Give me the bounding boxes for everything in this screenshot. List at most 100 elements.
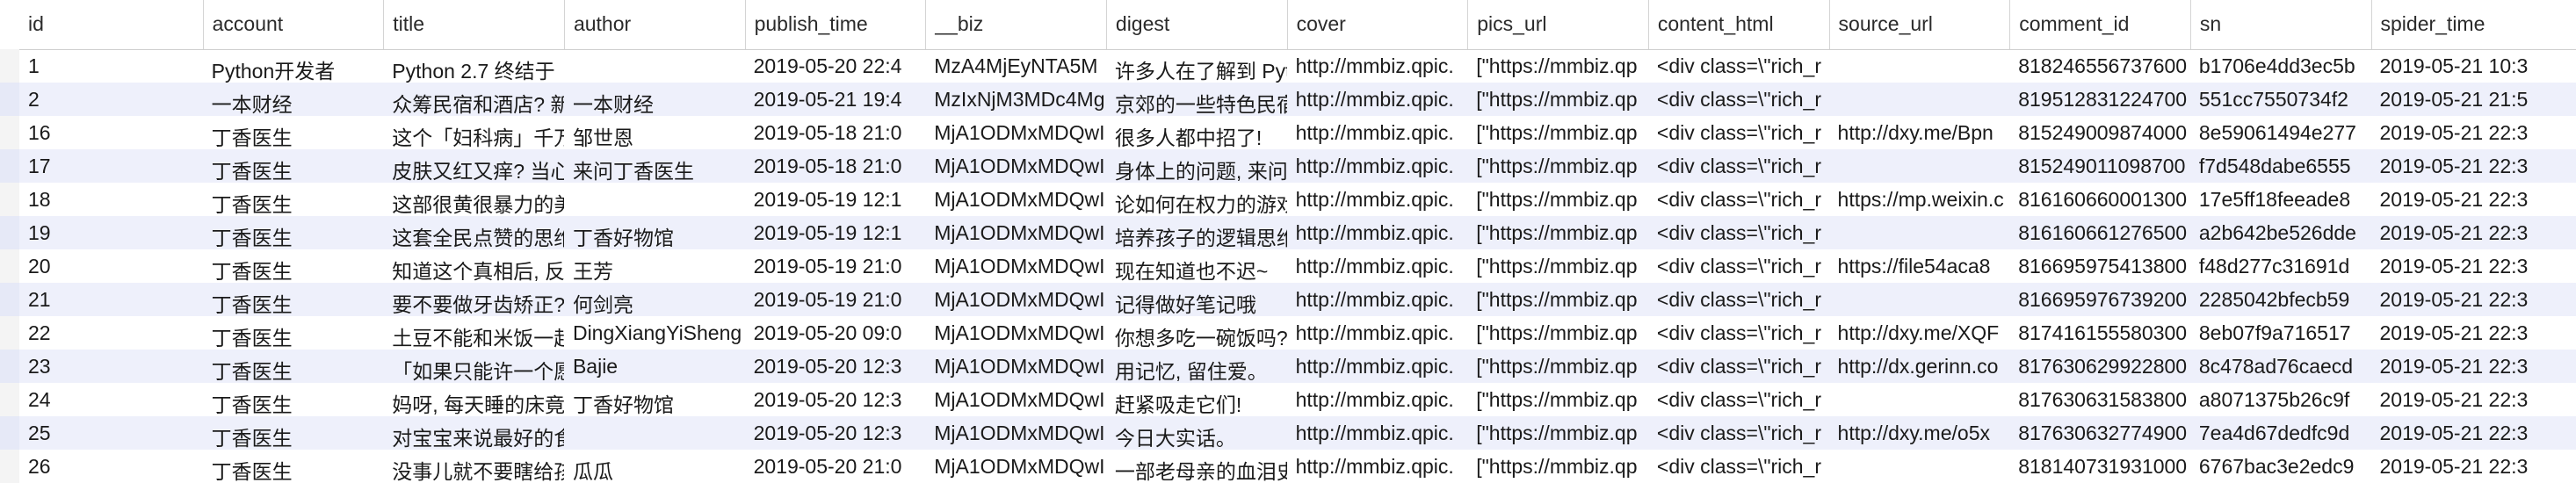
cell-account[interactable]: 丁香医生	[203, 316, 384, 350]
table-row[interactable]: 20 丁香医生 知道这个真相后, 反王芳 2019-05-19 21:0 MjA1ODM…	[19, 249, 2576, 283]
row-selector[interactable]	[0, 450, 19, 483]
cell-title[interactable]: 这套全民点赞的思维	[383, 216, 564, 249]
column-header-content-html[interactable]: content_html	[1647, 0, 1829, 49]
cell-cover[interactable]: http://mmbiz.qpic.	[1287, 316, 1468, 350]
cell-title[interactable]: 这个「妇科病」千万	[383, 116, 564, 149]
column-header-pics-url[interactable]: pics_url	[1467, 0, 1648, 49]
cell-publish-time[interactable]: 2019-05-18 21:0	[745, 149, 926, 183]
cell-pics-url[interactable]: ["https://mmbiz.qp	[1467, 316, 1648, 350]
table-row[interactable]: 2 一本财经 众筹民宿和酒店? 新一本财经 2019-05-21 19:4 MzIxNj…	[19, 83, 2576, 116]
cell-author[interactable]: 一本财经	[564, 83, 745, 116]
cell-cover[interactable]: http://mmbiz.qpic.	[1287, 149, 1468, 183]
cell-pics-url[interactable]: ["https://mmbiz.qp	[1467, 416, 1648, 450]
cell-title[interactable]: 妈呀, 每天睡的床竟	[383, 383, 564, 416]
table-row[interactable]: 24 丁香医生 妈呀, 每天睡的床竟 丁香好物馆 2019-05-20 12:3 MjA1…	[19, 383, 2576, 416]
cell-id[interactable]: 18	[19, 183, 203, 216]
cell-id[interactable]: 19	[19, 216, 203, 249]
cell-account[interactable]: 丁香医生	[203, 450, 384, 483]
row-selector[interactable]	[0, 183, 19, 216]
row-selector[interactable]	[0, 49, 19, 83]
cell-source-url[interactable]: http://dx.gerinn.co	[1829, 350, 2010, 383]
cell---biz[interactable]: MjA1ODMxMDQwI	[925, 350, 1106, 383]
cell-comment-id[interactable]: 816695976739200	[2009, 283, 2190, 316]
row-selector[interactable]	[0, 350, 19, 383]
cell-comment-id[interactable]: 817630629922800	[2009, 350, 2190, 383]
cell-publish-time[interactable]: 2019-05-20 12:3	[745, 416, 926, 450]
cell-publish-time[interactable]: 2019-05-19 21:0	[745, 283, 926, 316]
cell-author[interactable]: Bajie	[564, 350, 745, 383]
cell-cover[interactable]: http://mmbiz.qpic.	[1287, 183, 1468, 216]
cell-pics-url[interactable]: ["https://mmbiz.qp	[1467, 116, 1648, 149]
cell-content-html[interactable]: <div class=\"rich_r	[1648, 316, 1829, 350]
column-header-comment-id[interactable]: comment_id	[2009, 0, 2190, 49]
cell---biz[interactable]: MjA1ODMxMDQwI	[925, 450, 1106, 483]
cell-source-url[interactable]	[1829, 283, 2010, 316]
cell-digest[interactable]: 身体上的问题, 来问	[1106, 149, 1287, 183]
cell-comment-id[interactable]: 817630631583800	[2009, 383, 2190, 416]
cell-id[interactable]: 25	[19, 416, 203, 450]
row-gutter[interactable]	[0, 0, 19, 483]
cell-content-html[interactable]: <div class=\"rich_r	[1648, 49, 1829, 83]
table-row[interactable]: 23 丁香医生 「如果只能许一个愿 Bajie 2019-05-20 12:3 MjA1O…	[19, 350, 2576, 383]
cell---biz[interactable]: MjA1ODMxMDQwI	[925, 149, 1106, 183]
cell-sn[interactable]: a8071375b26c9f	[2190, 383, 2371, 416]
cell-source-url[interactable]: http://dxy.me/Bpn	[1829, 116, 2010, 149]
row-selector[interactable]	[0, 216, 19, 249]
cell-pics-url[interactable]: ["https://mmbiz.qp	[1467, 283, 1648, 316]
row-selector[interactable]	[0, 149, 19, 183]
cell-account[interactable]: 丁香医生	[203, 383, 384, 416]
cell---biz[interactable]: MjA1ODMxMDQwI	[925, 283, 1106, 316]
cell-account[interactable]: 一本财经	[203, 83, 384, 116]
cell-sn[interactable]: f7d548dabe6555	[2190, 149, 2371, 183]
cell-sn[interactable]: 8eb07f9a716517	[2190, 316, 2371, 350]
cell-publish-time[interactable]: 2019-05-19 12:1	[745, 183, 926, 216]
cell-title[interactable]: 没事儿就不要瞎给孩	[383, 450, 564, 483]
cell-spider-time[interactable]: 2019-05-21 22:3	[2371, 316, 2576, 350]
table-row[interactable]: 26 丁香医生 没事儿就不要瞎给孩 瓜瓜 2019-05-20 21:0 MjA1ODMx…	[19, 450, 2576, 483]
row-selector[interactable]	[0, 249, 19, 283]
cell-spider-time[interactable]: 2019-05-21 10:3	[2371, 49, 2576, 83]
cell-comment-id[interactable]: 817630632774900	[2009, 416, 2190, 450]
cell-title[interactable]: Python 2.7 终结于	[383, 49, 564, 83]
cell-id[interactable]: 1	[19, 49, 203, 83]
column-header-source-url[interactable]: source_url	[1828, 0, 2010, 49]
cell-comment-id[interactable]: 817416155580300	[2009, 316, 2190, 350]
cell---biz[interactable]: MjA1ODMxMDQwI	[925, 183, 1106, 216]
cell-comment-id[interactable]: 816695975413800	[2009, 249, 2190, 283]
cell-author[interactable]: 丁香好物馆	[564, 216, 745, 249]
cell-content-html[interactable]: <div class=\"rich_r	[1648, 249, 1829, 283]
cell-author[interactable]: 王芳	[564, 249, 745, 283]
column-header-cover[interactable]: cover	[1286, 0, 1468, 49]
cell-content-html[interactable]: <div class=\"rich_r	[1648, 149, 1829, 183]
cell---biz[interactable]: MjA1ODMxMDQwI	[925, 383, 1106, 416]
cell-sn[interactable]: 8e59061494e277	[2190, 116, 2371, 149]
cell-publish-time[interactable]: 2019-05-20 12:3	[745, 383, 926, 416]
cell-digest[interactable]: 今日大实话。	[1106, 416, 1287, 450]
row-selector[interactable]	[0, 316, 19, 350]
cell-pics-url[interactable]: ["https://mmbiz.qp	[1467, 450, 1648, 483]
column-header-id[interactable]: id	[19, 0, 203, 49]
table-row[interactable]: 18 丁香医生 这部很黄很暴力的美 2019-05-19 12:1 MjA1ODMxMD…	[19, 183, 2576, 216]
cell-pics-url[interactable]: ["https://mmbiz.qp	[1467, 350, 1648, 383]
cell-source-url[interactable]: http://dxy.me/o5x	[1829, 416, 2010, 450]
column-header-account[interactable]: account	[202, 0, 384, 49]
cell-spider-time[interactable]: 2019-05-21 22:3	[2371, 183, 2576, 216]
cell-publish-time[interactable]: 2019-05-20 09:0	[745, 316, 926, 350]
column-header-digest[interactable]: digest	[1105, 0, 1287, 49]
cell-title[interactable]: 皮肤又红又痒? 当心	[383, 149, 564, 183]
cell-title[interactable]: 土豆不能和米饭一起	[383, 316, 564, 350]
cell-pics-url[interactable]: ["https://mmbiz.qp	[1467, 83, 1648, 116]
cell-pics-url[interactable]: ["https://mmbiz.qp	[1467, 149, 1648, 183]
cell-digest[interactable]: 一部老母亲的血泪史	[1106, 450, 1287, 483]
cell-publish-time[interactable]: 2019-05-19 21:0	[745, 249, 926, 283]
cell-comment-id[interactable]: 816160660001300	[2009, 183, 2190, 216]
cell-id[interactable]: 23	[19, 350, 203, 383]
cell-digest[interactable]: 培养孩子的逻辑思维	[1106, 216, 1287, 249]
cell-content-html[interactable]: <div class=\"rich_r	[1648, 416, 1829, 450]
cell-digest[interactable]: 许多人在了解到 Pyt	[1106, 49, 1287, 83]
cell---biz[interactable]: MjA1ODMxMDQwI	[925, 416, 1106, 450]
cell-spider-time[interactable]: 2019-05-21 21:5	[2371, 83, 2576, 116]
cell-cover[interactable]: http://mmbiz.qpic.	[1287, 116, 1468, 149]
cell-publish-time[interactable]: 2019-05-21 19:4	[745, 83, 926, 116]
cell-sn[interactable]: 8c478ad76caecd	[2190, 350, 2371, 383]
